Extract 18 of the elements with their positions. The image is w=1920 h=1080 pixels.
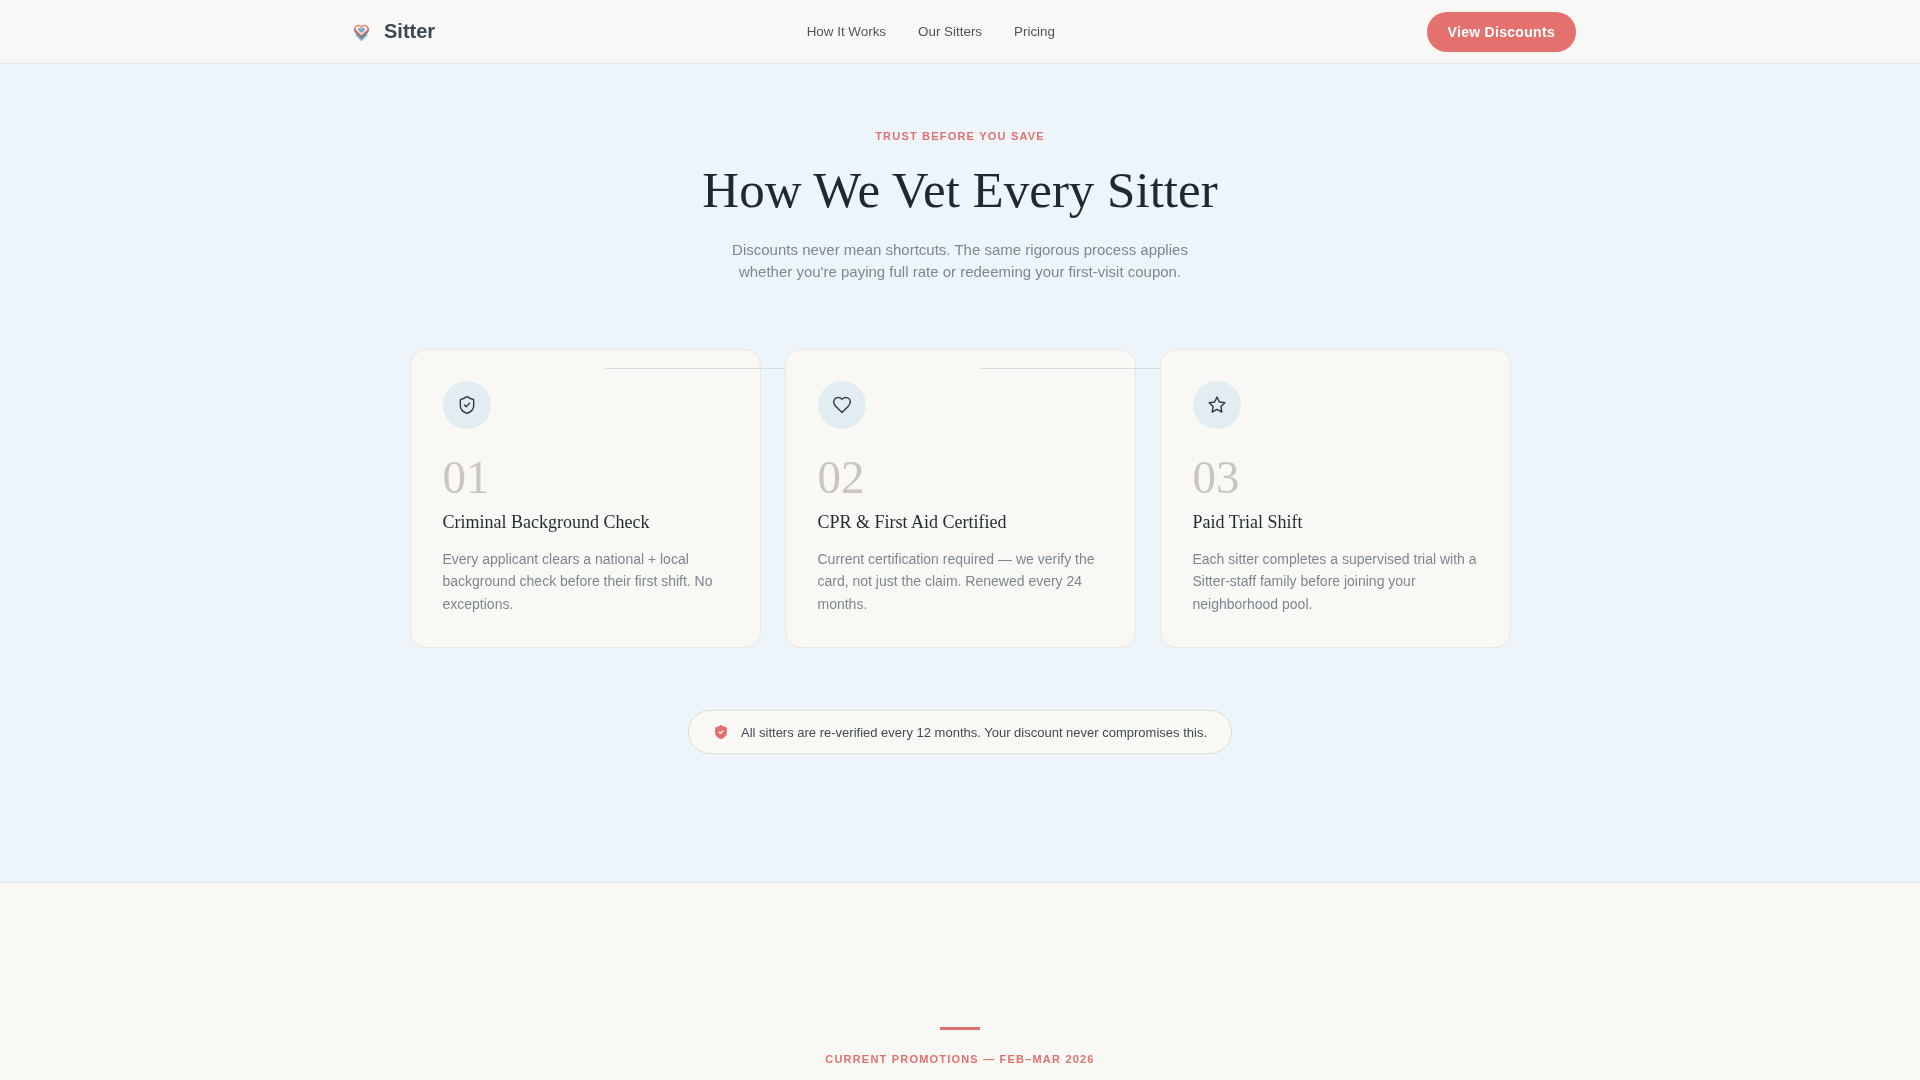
notice-text: All sitters are re-verified every 12 months. Your discount never compromises this. xyxy=(740,724,1207,740)
section-eyebrow: CURRENT PROMOTIONS — FEB–MAR 2026 xyxy=(824,1052,1096,1067)
step-title: Paid Trial Shift xyxy=(1192,511,1304,534)
step-description: Every applicant clears a national + local background check before their first shift. No exceptions. xyxy=(442,550,714,614)
step-description: Current certification required — we verify the card, not just the claim. Renewed every 24 months. xyxy=(817,550,1096,614)
step-description: Each sitter completes a supervised trial with a Sitter-staff family before joining your neighborhood pool. xyxy=(1192,550,1478,614)
shield-check-icon xyxy=(442,381,491,429)
brand-name[interactable]: Sitter xyxy=(384,20,436,43)
step-title: CPR & First Aid Certified xyxy=(817,511,1008,534)
nav-link[interactable]: How It Works xyxy=(806,24,887,39)
nav-link[interactable]: Pricing xyxy=(1014,24,1055,39)
section-eyebrow: TRUST BEFORE YOU SAVE xyxy=(874,129,1046,143)
section-title: How We Vet Every Sitter xyxy=(701,161,1219,220)
nav-link[interactable]: Our Sitters xyxy=(918,24,983,39)
step-title: Criminal Background Check xyxy=(442,511,651,534)
shield-check-icon xyxy=(712,724,729,741)
section-subtitle: Discounts never mean shortcuts. The same rigorous process applies whether you're paying full rate or redeeming your first-visit coupon. xyxy=(731,240,1189,282)
accent-bar xyxy=(940,1027,980,1031)
